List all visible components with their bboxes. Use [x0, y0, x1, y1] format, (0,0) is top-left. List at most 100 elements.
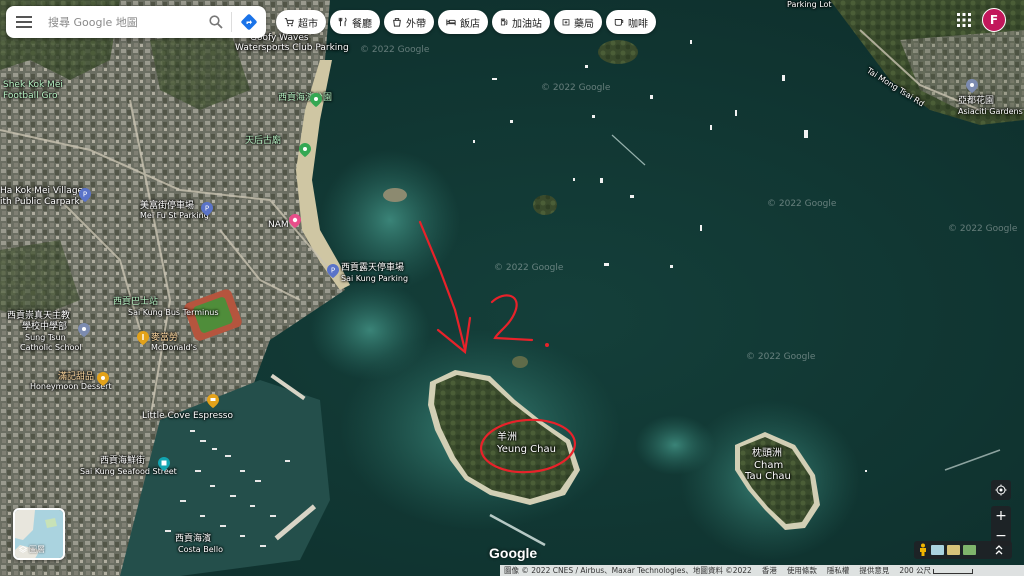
football-ground-label[interactable]: Shek Kok Mei — [3, 80, 63, 90]
mei-fu-st-label[interactable]: 美富街停車場 — [140, 201, 194, 211]
parking-pin-icon[interactable]: P — [201, 202, 213, 216]
menu-button[interactable] — [6, 6, 42, 38]
google-watermark: © 2022 Google — [541, 83, 611, 93]
traffic-tile[interactable] — [947, 545, 960, 555]
mei-fu-st-label-en: Mei Fu St Parking — [140, 211, 209, 220]
chip-restaurant[interactable]: 餐廳 — [330, 10, 380, 34]
mcdonalds-label[interactable]: 麥當勞 — [151, 333, 178, 343]
google-watermark: © 2022 Google — [948, 224, 1018, 234]
school-label-en: Sung Tsun — [25, 333, 66, 342]
restaurant-icon — [338, 17, 347, 27]
residence-pin-icon[interactable] — [966, 79, 978, 93]
map-controls: + − — [991, 480, 1011, 546]
layers-button[interactable]: 圖層 — [13, 508, 65, 560]
biking-tile[interactable] — [963, 545, 976, 555]
sai-kung-parking-label[interactable]: 西貢露天停車場 — [341, 263, 404, 273]
svg-text:P: P — [205, 205, 209, 213]
chip-label: 飯店 — [460, 18, 480, 30]
chip-pharmacy[interactable]: 藥局 — [554, 10, 602, 34]
imagery-attribution: 圖像 © 2022 CNES / Airbus、Maxar Technologi… — [504, 566, 752, 575]
waterfront-park-label[interactable]: 西貢海濱公園 — [278, 93, 332, 103]
search-button[interactable] — [201, 6, 231, 38]
nam-label[interactable]: NAM — [268, 220, 289, 230]
seafood-street-label[interactable]: 西貢海鮮街 — [100, 456, 145, 466]
shop-pin-icon[interactable] — [289, 214, 301, 228]
google-watermark: © 2022 Google — [494, 263, 564, 273]
directions-button[interactable] — [232, 6, 266, 38]
directions-icon — [241, 14, 257, 30]
chip-coffee[interactable]: 咖啡 — [606, 10, 656, 34]
chip-gas-station[interactable]: 加油站 — [492, 10, 550, 34]
scale-bar — [933, 568, 974, 574]
privacy-link[interactable]: 隱私權 — [827, 565, 850, 576]
scale-indicator[interactable]: 200 公尺 — [899, 565, 974, 576]
parking-pin-icon[interactable]: P — [79, 188, 91, 202]
account-avatar[interactable]: F — [982, 8, 1006, 32]
hamburger-menu-icon — [16, 16, 32, 28]
cham-tau-chau-label-en2[interactable]: Tau Chau — [745, 472, 791, 482]
park-pin-icon[interactable] — [299, 143, 311, 157]
scale-label: 200 公尺 — [899, 566, 932, 575]
svg-text:P: P — [331, 267, 335, 275]
yeung-chau-label-en[interactable]: Yeung Chau — [497, 445, 556, 455]
honeymoon-label[interactable]: 滿記甜品 — [58, 372, 94, 382]
watersports-label[interactable]: Watersports Club Parking — [235, 43, 349, 53]
landmark-pin-icon[interactable] — [158, 457, 170, 471]
yeung-chau-label-zh[interactable]: 羊洲 — [497, 433, 517, 443]
parking-pin-icon[interactable]: P — [327, 264, 339, 278]
gas-station-icon — [500, 18, 508, 26]
football-ground-label-2[interactable]: Football Gro — [3, 91, 57, 101]
layers-label: 圖層 — [29, 545, 45, 554]
restaurant-pin-icon[interactable] — [137, 331, 149, 345]
chip-label: 餐廳 — [352, 18, 372, 30]
plus-icon: + — [995, 508, 1007, 524]
my-location-button[interactable] — [991, 480, 1011, 500]
footer-bar: 圖像 © 2022 CNES / Airbus、Maxar Technologi… — [500, 565, 1024, 576]
terrain-tile[interactable] — [931, 545, 944, 555]
google-logo: Google — [489, 545, 538, 561]
school-label-2[interactable]: 學校中學部 — [22, 322, 67, 332]
dessert-pin-icon[interactable] — [97, 372, 109, 386]
bus-terminus-label-en: Sai Kung Bus Terminus — [128, 308, 219, 317]
zoom-controls: + − — [991, 506, 1011, 546]
chip-takeout[interactable]: 外帶 — [384, 10, 434, 34]
search-input[interactable] — [42, 6, 201, 38]
chip-label: 加油站 — [512, 18, 542, 30]
asiaciti-label-en: Asiaciti Gardens — [958, 107, 1023, 116]
mcdonalds-label-en: McDonald's — [151, 343, 197, 352]
chip-hotel[interactable]: 飯店 — [438, 10, 488, 34]
bus-terminus-label[interactable]: 西貢巴士站 — [113, 297, 158, 307]
school-label-en-2: Catholic School — [20, 343, 82, 352]
zoom-in-button[interactable]: + — [991, 506, 1011, 526]
kok-mei-village-label[interactable]: Ha Kok Mei Village — [0, 186, 83, 196]
school-label[interactable]: 西貢崇真天主教 — [7, 311, 70, 321]
google-watermark: © 2022 Google — [746, 352, 816, 362]
kok-mei-carpark-label[interactable]: ith Public Carpark — [0, 197, 80, 207]
feedback-link[interactable]: 提供意見 — [859, 565, 889, 576]
compass-icon — [995, 484, 1007, 496]
costa-bello-label[interactable]: 西貢海濱 — [175, 534, 211, 544]
search-box — [6, 6, 266, 38]
terms-link[interactable]: 使用條款 — [787, 565, 817, 576]
coffee-icon — [614, 19, 624, 26]
search-icon — [209, 15, 223, 29]
school-pin-icon[interactable] — [78, 323, 90, 337]
satellite-map[interactable] — [0, 0, 1024, 576]
layers-icon — [19, 545, 27, 553]
parking-lot-label[interactable]: Parking Lot — [787, 0, 832, 10]
pharmacy-icon — [562, 19, 570, 26]
region-link[interactable]: 香港 — [762, 565, 777, 576]
cafe-pin-icon[interactable] — [207, 394, 219, 408]
costa-bello-label-en: Costa Bello — [178, 545, 223, 554]
cham-tau-chau-label-zh[interactable]: 枕頭洲 — [752, 449, 782, 459]
park-pin-icon[interactable] — [310, 93, 322, 107]
expand-icon[interactable] — [993, 544, 1005, 556]
cham-tau-chau-label-en[interactable]: Cham — [754, 461, 783, 471]
layers-caption: 圖層 — [19, 544, 45, 555]
tin-hau-label[interactable]: 天后古廟 — [245, 136, 281, 146]
asiaciti-label[interactable]: 亞都花園 — [958, 96, 994, 106]
chip-supermarket[interactable]: 超市 — [276, 10, 326, 34]
little-cove-label[interactable]: Little Cove Espresso — [142, 411, 233, 421]
pegman-icon[interactable] — [918, 543, 928, 557]
google-apps-icon[interactable] — [954, 10, 974, 30]
